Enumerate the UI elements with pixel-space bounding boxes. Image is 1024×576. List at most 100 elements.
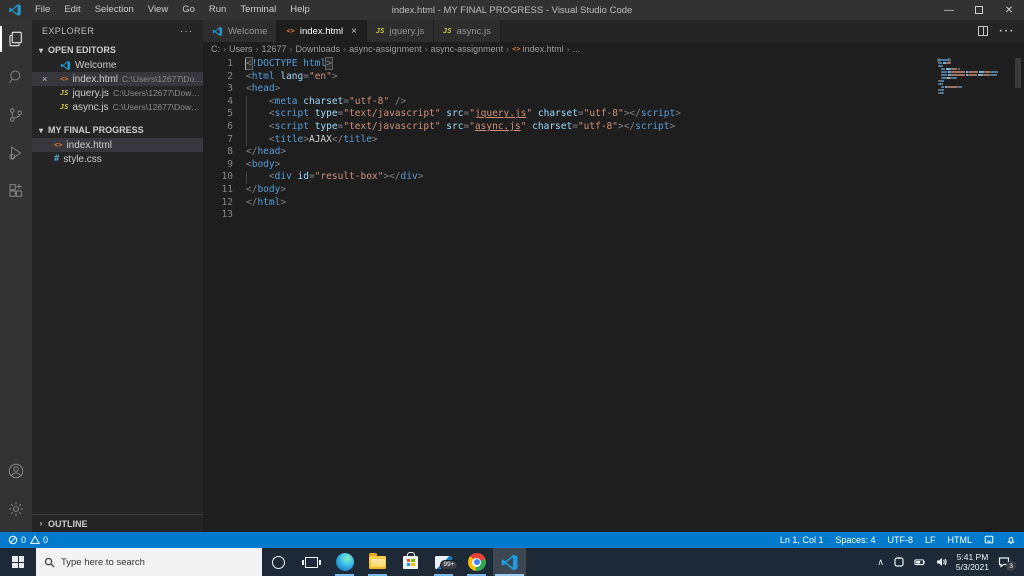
breadcrumb-item[interactable]: 12677 xyxy=(262,44,287,54)
files-icon[interactable] xyxy=(0,20,32,58)
warnings-indicator[interactable]: 0 xyxy=(30,535,48,545)
code-line[interactable]: 1 <!DOCTYPE html> xyxy=(203,57,1024,71)
breadcrumb-item[interactable]: C: xyxy=(211,44,220,54)
menu-terminal[interactable]: Terminal xyxy=(233,0,283,20)
breadcrumb-item[interactable]: Users xyxy=(229,44,253,54)
tab-jquery-js[interactable]: JS jquery.js xyxy=(367,20,435,42)
start-icon[interactable] xyxy=(0,548,36,576)
project-section[interactable]: ▾ MY FINAL PROGRESS xyxy=(32,122,203,138)
taskbar-search-input[interactable]: Type here to search xyxy=(36,548,262,576)
open-editor-async-js[interactable]: JS async.js C:\Users\12677\Downloads... xyxy=(32,100,203,114)
action-center-icon[interactable]: 3 xyxy=(998,556,1016,571)
show-hidden-icons-icon[interactable]: ∧ xyxy=(877,557,884,568)
maximize-icon[interactable] xyxy=(964,0,994,20)
close-tab-icon[interactable]: × xyxy=(351,26,357,37)
feedback-smiley-icon[interactable] xyxy=(984,535,994,545)
mail-badge: 99+ xyxy=(439,559,458,570)
split-editor-icon[interactable] xyxy=(978,26,989,36)
vscode-taskbar-icon[interactable] xyxy=(493,548,526,576)
minimize-icon[interactable]: — xyxy=(934,0,964,20)
cortana-icon[interactable] xyxy=(262,548,295,576)
code-line[interactable]: 7 <title>AJAX</title> xyxy=(203,133,1024,147)
line-number: 9 xyxy=(227,158,233,170)
open-editor-index-html[interactable]: × <> index.html C:\Users\12677\Downlo... xyxy=(32,72,203,86)
code-line[interactable]: 13 xyxy=(203,209,1024,222)
tab-async-js[interactable]: JS async.js xyxy=(434,20,501,42)
line-number: 1 xyxy=(227,58,233,69)
notifications-bell-icon[interactable] xyxy=(1006,535,1016,545)
errors-indicator[interactable]: 0 xyxy=(8,535,26,545)
code-line[interactable]: 12 </html> xyxy=(203,197,1024,210)
breadcrumb-item[interactable]: Downloads xyxy=(296,44,341,54)
menu-help[interactable]: Help xyxy=(283,0,317,20)
clock[interactable]: 5:41 PM 5/3/2021 xyxy=(956,552,989,572)
search-placeholder: Type here to search xyxy=(61,556,145,568)
menu-view[interactable]: View xyxy=(141,0,175,20)
mail-icon[interactable]: 99+ xyxy=(427,548,460,576)
file-style-css[interactable]: # style.css xyxy=(32,152,203,166)
open-editors-section[interactable]: ▾ OPEN EDITORS xyxy=(32,42,203,58)
cursor-position[interactable]: Ln 1, Col 1 xyxy=(780,535,824,545)
breadcrumb-item[interactable]: <> index.html xyxy=(512,44,563,54)
tab-index-html[interactable]: <> index.html × xyxy=(277,20,368,42)
tab-welcome[interactable]: Welcome xyxy=(203,20,278,42)
account-icon[interactable] xyxy=(0,452,32,490)
code-editor[interactable]: 1 <!DOCTYPE html> 2 <html lang="en"> 3 <head>… xyxy=(203,56,1024,532)
menu-edit[interactable]: Edit xyxy=(57,0,87,20)
eol-sequence[interactable]: LF xyxy=(925,535,936,545)
code-line[interactable]: 10 <div id="result-box"></div> xyxy=(203,171,1024,184)
close-icon[interactable]: ✕ xyxy=(994,0,1024,20)
menu-go[interactable]: Go xyxy=(175,0,202,20)
language-mode[interactable]: HTML xyxy=(948,535,973,545)
settings-gear-icon[interactable] xyxy=(0,490,32,528)
search-icon xyxy=(44,557,55,568)
desktop: File Edit Selection View Go Run Terminal… xyxy=(0,0,1024,576)
microsoft-store-icon[interactable] xyxy=(394,548,427,576)
outline-section[interactable]: › OUTLINE xyxy=(32,514,203,532)
tray-app-icon[interactable] xyxy=(893,556,905,568)
code-line[interactable]: 3 <head> xyxy=(203,83,1024,96)
breadcrumb-item[interactable]: ... xyxy=(573,44,581,54)
code-line[interactable]: 5 <script type="text/javascript" src="jq… xyxy=(203,108,1024,121)
indentation[interactable]: Spaces: 4 xyxy=(835,535,875,545)
code-line[interactable]: 4 <meta charset="utf-8" /> xyxy=(203,95,1024,109)
breadcrumb-item[interactable]: async-assignment xyxy=(431,44,504,54)
menu-selection[interactable]: Selection xyxy=(88,0,141,20)
open-editor-jquery-js[interactable]: JS jquery.js C:\Users\12677\Download... xyxy=(32,86,203,100)
breadcrumb-item[interactable]: async-assignment xyxy=(349,44,422,54)
file-explorer-icon[interactable] xyxy=(361,548,394,576)
breadcrumb: C: › Users › 12677 › Downloads › async-assignmen… xyxy=(203,42,1024,56)
line-number: 5 xyxy=(227,108,233,120)
code-lines: 1 <!DOCTYPE html> 2 <html lang="en"> 3 <head>… xyxy=(203,56,1024,222)
code-line[interactable]: 9 <body> xyxy=(203,159,1024,172)
extensions-icon[interactable] xyxy=(0,172,32,210)
source-control-icon[interactable] xyxy=(0,96,32,134)
editor-more-actions-icon[interactable]: ··· xyxy=(998,22,1014,40)
encoding[interactable]: UTF-8 xyxy=(887,535,913,545)
search-icon[interactable] xyxy=(0,58,32,96)
windows-taskbar: Type here to search 99+ ∧ 5:41 PM 5/3/20… xyxy=(0,548,1024,576)
vscode-logo-icon xyxy=(9,4,21,16)
notification-badge: 3 xyxy=(1006,561,1016,571)
open-editor-welcome[interactable]: Welcome xyxy=(32,58,203,72)
menu-run[interactable]: Run xyxy=(202,0,233,20)
edge-icon[interactable] xyxy=(328,548,361,576)
volume-icon[interactable] xyxy=(935,556,947,568)
run-debug-icon[interactable] xyxy=(0,134,32,172)
chrome-icon[interactable] xyxy=(460,548,493,576)
code-line[interactable]: 11 </body> xyxy=(203,184,1024,197)
html-file-icon: <> xyxy=(60,75,69,83)
code-line[interactable]: 2 <html lang="en"> xyxy=(203,71,1024,84)
file-index-html[interactable]: <> index.html xyxy=(32,138,203,152)
code-line[interactable]: 8 </head> xyxy=(203,146,1024,159)
code-line[interactable]: 6 <script type="text/javascript" src="as… xyxy=(203,120,1024,134)
vertical-scrollbar[interactable] xyxy=(1015,58,1021,88)
menu-file[interactable]: File xyxy=(28,0,57,20)
minimap[interactable] xyxy=(937,58,1008,98)
file-path: C:\Users\12677\Downloads... xyxy=(112,102,203,112)
task-view-icon[interactable] xyxy=(295,548,328,576)
explorer-more-actions-icon[interactable]: ··· xyxy=(180,26,193,37)
breadcrumb-separator-icon: › xyxy=(343,44,347,54)
battery-icon[interactable] xyxy=(914,556,926,568)
close-editor-icon[interactable]: × xyxy=(42,74,47,84)
